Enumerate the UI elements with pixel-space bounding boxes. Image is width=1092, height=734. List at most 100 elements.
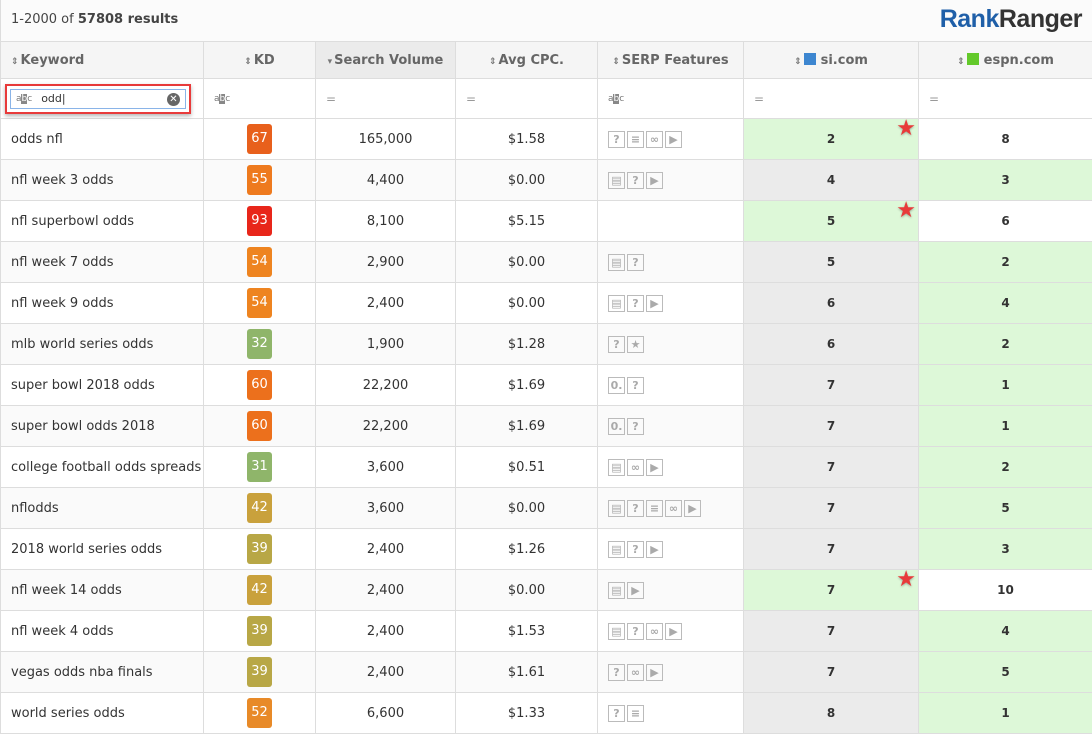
serp-question-icon: ? (608, 664, 625, 681)
cpc-cell: $0.00 (456, 570, 598, 611)
table-row[interactable]: super bowl 2018 odds 60 22,200 $1.69 0.?… (1, 365, 1092, 406)
cpc-cell: $1.69 (456, 406, 598, 447)
table-row[interactable]: nfl week 4 odds 39 2,400 $1.53 ▤?∞▶ 7 4 (1, 611, 1092, 652)
serp-carousel-icon: ▤ (608, 254, 625, 271)
serp-video-icon: ▶ (646, 459, 663, 476)
si-filter[interactable]: = (744, 79, 919, 119)
espn-rank-cell: 3 (919, 529, 1092, 570)
serp-link-icon: ∞ (646, 131, 663, 148)
table-row[interactable]: vegas odds nba finals 39 2,400 $1.61 ?∞▶… (1, 652, 1092, 693)
serp-filter[interactable]: abc (598, 79, 744, 119)
table-row[interactable]: nflodds 42 3,600 $0.00 ▤?≡∞▶ 7 5 (1, 488, 1092, 529)
serp-features-cell: ▤?▶ (598, 283, 744, 324)
volume-cell: 3,600 (316, 488, 456, 529)
winner-star-icon: ★ (896, 198, 916, 223)
table-row[interactable]: 2018 world series odds 39 2,400 $1.26 ▤?… (1, 529, 1092, 570)
keyword-cell[interactable]: nfl week 14 odds (1, 570, 204, 611)
keyword-cell[interactable]: odds nfl (1, 119, 204, 160)
cpc-cell: $1.53 (456, 611, 598, 652)
si-rank: 7 (827, 583, 835, 597)
serp-carousel-icon: ▤ (608, 623, 625, 640)
keyword-cell[interactable]: nfl week 7 odds (1, 242, 204, 283)
sort-desc-icon: ▾ (328, 57, 333, 67)
kd-cell: 42 (204, 570, 316, 611)
espn-rank-cell: 5 (919, 488, 1092, 529)
table-row[interactable]: nfl week 3 odds 55 4,400 $0.00 ▤?▶ 4 3 (1, 160, 1092, 201)
cpc-cell: $5.15 (456, 201, 598, 242)
keyword-cell[interactable]: nfl week 3 odds (1, 160, 204, 201)
keyword-cell[interactable]: super bowl odds 2018 (1, 406, 204, 447)
serp-carousel-icon: ▤ (608, 541, 625, 558)
volume-filter[interactable]: = (316, 79, 456, 119)
espn-filter[interactable]: = (919, 79, 1092, 119)
espn-rank-cell: 1 (919, 365, 1092, 406)
column-header-serp-features[interactable]: ⇕SERP Features (598, 42, 744, 79)
si-rank-cell: 4 (744, 160, 919, 201)
kd-badge: 55 (247, 165, 272, 195)
keyword-cell[interactable]: nfl week 9 odds (1, 283, 204, 324)
table-row[interactable]: super bowl odds 2018 60 22,200 $1.69 0.?… (1, 406, 1092, 447)
serp-video-icon: ▶ (665, 131, 682, 148)
kd-cell: 39 (204, 529, 316, 570)
kd-cell: 32 (204, 324, 316, 365)
column-header-kd[interactable]: ⇕KD (204, 42, 316, 79)
kd-badge: 93 (247, 206, 272, 236)
si-rank-cell: 5 (744, 242, 919, 283)
espn-rank-cell: 2 (919, 447, 1092, 488)
table-row[interactable]: college football odds spreads 31 3,600 $… (1, 447, 1092, 488)
kd-cell: 31 (204, 447, 316, 488)
table-row[interactable]: nfl week 7 odds 54 2,900 $0.00 ▤? 5 2 (1, 242, 1092, 283)
serp-question-icon: ? (627, 295, 644, 312)
kd-cell: 39 (204, 611, 316, 652)
keyword-cell[interactable]: mlb world series odds (1, 324, 204, 365)
serp-video-icon: ▶ (627, 582, 644, 599)
column-header-si-com[interactable]: ⇕si.com (744, 42, 919, 79)
keyword-cell[interactable]: super bowl 2018 odds (1, 365, 204, 406)
column-header-avg-cpc[interactable]: ⇕Avg CPC. (456, 42, 598, 79)
cpc-cell: $0.00 (456, 283, 598, 324)
column-header-keyword[interactable]: ⇕Keyword (1, 42, 204, 79)
kd-cell: 55 (204, 160, 316, 201)
serp-features-cell: ▤∞▶ (598, 447, 744, 488)
winner-star-icon: ★ (896, 567, 916, 592)
keyword-cell[interactable]: nflodds (1, 488, 204, 529)
table-row[interactable]: nfl superbowl odds 93 8,100 $5.15 5★ 6 (1, 201, 1092, 242)
keyword-cell[interactable]: world series odds (1, 693, 204, 734)
equals-filter-icon: = (929, 92, 939, 106)
kd-filter[interactable]: abc (204, 79, 316, 119)
volume-cell: 2,900 (316, 242, 456, 283)
serp-video-icon: ▶ (646, 541, 663, 558)
cpc-cell: $1.61 (456, 652, 598, 693)
volume-cell: 2,400 (316, 652, 456, 693)
cpc-filter[interactable]: = (456, 79, 598, 119)
keyword-cell[interactable]: vegas odds nba finals (1, 652, 204, 693)
keyword-cell[interactable]: college football odds spreads (1, 447, 204, 488)
espn-rank-cell: 3 (919, 160, 1092, 201)
column-header-espn-com[interactable]: ⇕espn.com (919, 42, 1092, 79)
equals-filter-icon: = (754, 92, 764, 106)
table-row[interactable]: nfl week 9 odds 54 2,400 $0.00 ▤?▶ 6 4 (1, 283, 1092, 324)
table-row[interactable]: nfl week 14 odds 42 2,400 $0.00 ▤▶ 7★ 10 (1, 570, 1092, 611)
keyword-cell[interactable]: nfl week 4 odds (1, 611, 204, 652)
keyword-filter-input[interactable]: abcodd| (10, 89, 186, 109)
si-rank: 7 (827, 542, 835, 556)
text-filter-icon: abc (608, 94, 623, 104)
espn-rank-cell: 4 (919, 611, 1092, 652)
table-row[interactable]: odds nfl 67 165,000 $1.58 ?≡∞▶ 2★ 8 (1, 119, 1092, 160)
clear-filter-icon[interactable]: ✕ (167, 93, 180, 106)
serp-news-icon: ≡ (627, 131, 644, 148)
column-header-search-volume[interactable]: ▾Search Volume (316, 42, 456, 79)
serp-carousel-icon: ▤ (608, 459, 625, 476)
kd-cell: 39 (204, 652, 316, 693)
espn-rank-cell: 4 (919, 283, 1092, 324)
si-rank-cell: 7★ (744, 570, 919, 611)
keyword-cell[interactable]: 2018 world series odds (1, 529, 204, 570)
si-rank-cell: 7 (744, 406, 919, 447)
keyword-cell[interactable]: nfl superbowl odds (1, 201, 204, 242)
sort-icon: ⇕ (11, 57, 19, 67)
si-rank: 7 (827, 419, 835, 433)
si-rank-cell: 8 (744, 693, 919, 734)
table-row[interactable]: world series odds 52 6,600 $1.33 ?≡ 8 1 (1, 693, 1092, 734)
si-rank: 7 (827, 665, 835, 679)
table-row[interactable]: mlb world series odds 32 1,900 $1.28 ?★ … (1, 324, 1092, 365)
